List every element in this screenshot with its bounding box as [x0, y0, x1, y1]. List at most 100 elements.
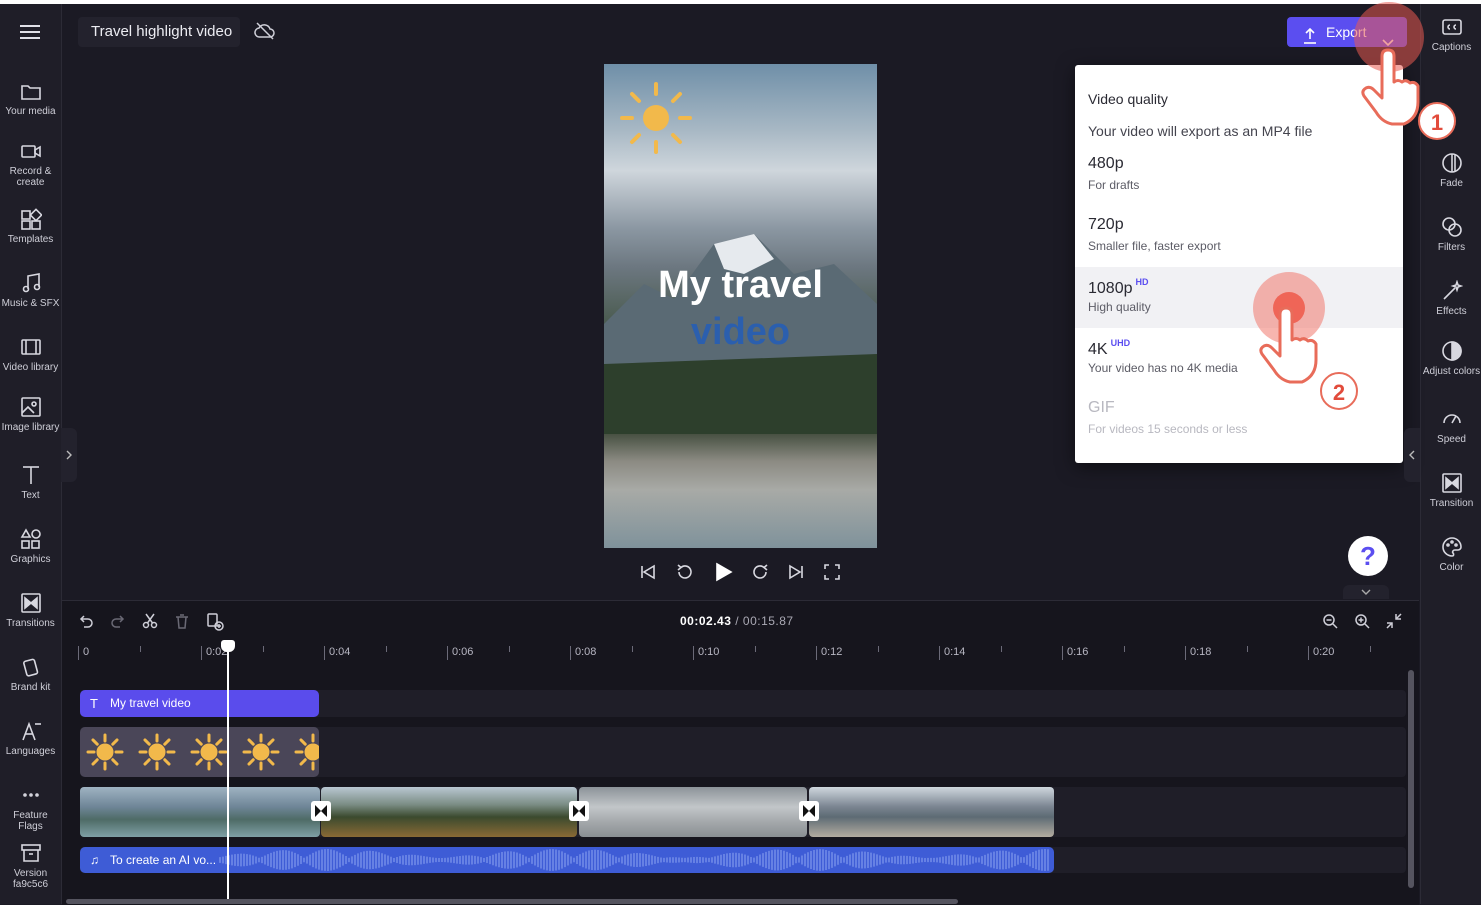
horizontal-scrollbar[interactable] — [66, 899, 958, 904]
ruler-label: 0:20 — [1313, 646, 1335, 658]
image-icon — [20, 397, 41, 417]
right-nav-palette[interactable]: Color — [1421, 536, 1481, 573]
expand-right-panel-button[interactable] — [1404, 428, 1420, 482]
right-nav-speed[interactable]: Speed — [1421, 408, 1481, 445]
play-icon[interactable] — [713, 562, 733, 587]
left-nav-label: Version fa9c5c6 — [12, 868, 49, 890]
ruler-label: 0:06 — [452, 646, 474, 658]
folder-icon — [20, 85, 41, 100]
zoom-in-icon[interactable] — [1354, 613, 1370, 634]
ruler-minor-tick — [878, 646, 879, 652]
left-nav-transition[interactable]: Transitions — [0, 592, 61, 629]
quality-option-1080p[interactable]: 1080p HD High quality — [1075, 267, 1403, 328]
left-nav-label: Templates — [7, 234, 54, 245]
quality-option-720p[interactable]: 720p Smaller file, faster export — [1075, 206, 1403, 267]
right-nav-effects[interactable]: Effects — [1421, 280, 1481, 317]
upload-icon — [1303, 24, 1317, 54]
trash-icon[interactable] — [174, 613, 190, 634]
transition-icon — [20, 593, 41, 613]
playhead[interactable] — [227, 640, 229, 904]
transition-marker[interactable] — [311, 801, 331, 821]
ruler-tick — [939, 646, 940, 660]
right-sidebar: Captions Fade Filters Effects Adjust colors S… — [1420, 4, 1481, 904]
left-nav-music[interactable]: Music & SFX — [0, 272, 61, 309]
sun-sticker-icon — [86, 733, 319, 771]
music-icon — [22, 273, 40, 293]
rewind-5-icon[interactable] — [675, 562, 695, 587]
video-clip-3[interactable] — [579, 787, 807, 837]
ruler-minor-tick — [755, 646, 756, 652]
zoom-out-icon[interactable] — [1322, 613, 1338, 634]
menu-heading: Video quality — [1088, 91, 1168, 107]
video-preview[interactable]: My travel video — [604, 64, 877, 548]
chevron-left-icon — [1409, 450, 1415, 460]
left-nav-folder[interactable]: Your media — [0, 80, 61, 117]
right-nav-label: Effects — [1436, 306, 1467, 317]
right-nav-label: Filters — [1437, 242, 1466, 253]
menu-icon[interactable] — [19, 24, 41, 45]
forward-5-icon[interactable] — [750, 562, 770, 587]
time-separator: / — [731, 614, 743, 628]
video-clip-2[interactable] — [321, 787, 577, 837]
project-title[interactable]: Travel highlight video — [78, 17, 240, 47]
ruler-label: 0:04 — [329, 646, 351, 658]
left-nav-film[interactable]: Video library — [0, 336, 61, 373]
pointer-hand-icon — [1259, 306, 1318, 384]
video-clip-1[interactable] — [80, 787, 320, 837]
sun-sticker-icon — [620, 82, 692, 154]
left-nav-image[interactable]: Image library — [0, 396, 61, 433]
video-clip-4[interactable] — [809, 787, 1054, 837]
collapse-preview-button[interactable] — [1343, 585, 1389, 599]
right-nav-label: Transition — [1429, 498, 1474, 509]
ruler-label: 0:10 — [698, 646, 720, 658]
preview-title-line1: My travel — [658, 264, 823, 306]
ruler-label: 0:16 — [1067, 646, 1089, 658]
left-nav-languages[interactable]: Languages — [0, 720, 61, 757]
right-nav-label: Captions — [1431, 42, 1472, 53]
ruler-tick — [201, 646, 202, 660]
ruler-label: 0:18 — [1190, 646, 1212, 658]
fit-timeline-icon[interactable] — [1386, 613, 1402, 634]
text-clip[interactable]: T My travel video — [80, 690, 319, 717]
transition-marker[interactable] — [569, 801, 589, 821]
right-nav-filters[interactable]: Filters — [1421, 216, 1481, 253]
sticker-clip[interactable] — [80, 727, 319, 777]
left-nav-camera[interactable]: Record & create — [0, 140, 61, 188]
left-nav-templates[interactable]: Templates — [0, 208, 61, 245]
right-nav-captions[interactable]: Captions — [1421, 16, 1481, 53]
right-nav-adjust-colors[interactable]: Adjust colors — [1421, 340, 1481, 377]
right-nav-label: Adjust colors — [1422, 366, 1481, 377]
left-nav-text[interactable]: Text — [0, 464, 61, 501]
quality-option-480p[interactable]: 480p For drafts — [1075, 145, 1403, 206]
left-nav-archive[interactable]: Version fa9c5c6 — [0, 842, 61, 890]
text-icon: T — [90, 696, 98, 711]
transition-marker[interactable] — [799, 801, 819, 821]
skip-back-icon[interactable] — [640, 564, 656, 585]
palette-icon — [1441, 537, 1462, 557]
filters-icon — [1441, 217, 1462, 237]
fullscreen-icon[interactable] — [824, 564, 840, 585]
quality-title: 720p — [1088, 216, 1124, 233]
duplicate-icon[interactable] — [206, 613, 224, 636]
undo-icon[interactable] — [78, 613, 94, 634]
expand-left-panel-button[interactable] — [61, 428, 77, 482]
ruler-minor-tick — [509, 646, 510, 652]
camera-icon — [20, 145, 41, 158]
current-time: 00:02.43 — [680, 614, 732, 628]
skip-forward-icon[interactable] — [788, 564, 804, 585]
left-nav-more[interactable]: Feature Flags — [0, 784, 61, 832]
scissors-icon[interactable] — [142, 613, 158, 634]
right-nav-fade[interactable]: Fade — [1421, 152, 1481, 189]
playhead-handle[interactable] — [221, 640, 235, 652]
help-button[interactable]: ? — [1348, 536, 1388, 576]
left-nav-brand-kit[interactable]: Brand kit — [0, 656, 61, 693]
redo-icon[interactable] — [110, 613, 126, 634]
right-nav-transition[interactable]: Transition — [1421, 472, 1481, 509]
left-nav-shapes[interactable]: Graphics — [0, 528, 61, 565]
ruler-minor-tick — [632, 646, 633, 652]
ruler-tick — [1062, 646, 1063, 660]
vertical-scrollbar[interactable] — [1408, 670, 1414, 888]
ruler-minor-tick — [1001, 646, 1002, 652]
ruler-tick — [324, 646, 325, 660]
step-badge-1: 1 — [1418, 102, 1456, 140]
